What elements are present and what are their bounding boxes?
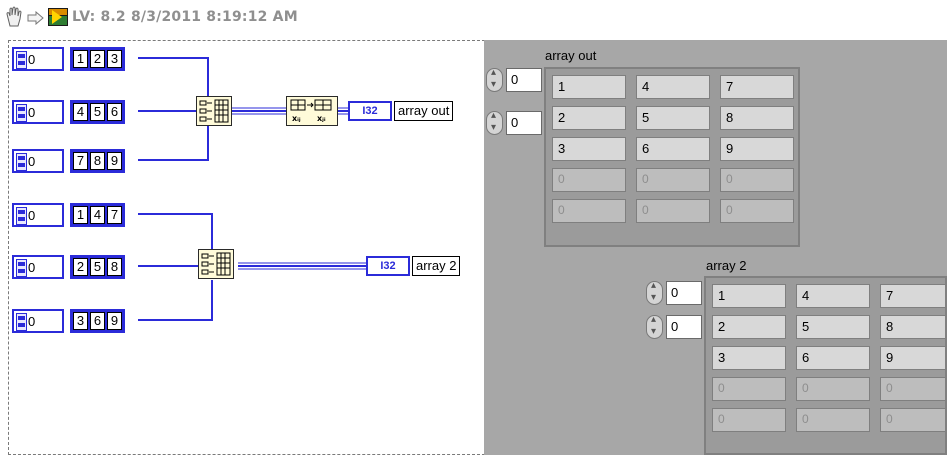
array-element[interactable]: 3	[73, 312, 88, 330]
array-element[interactable]: 4	[73, 103, 88, 121]
array-elements[interactable]: 1 4 7	[70, 203, 125, 227]
array-index[interactable]: 0	[12, 47, 64, 71]
array-cell: 0	[796, 377, 870, 401]
array-index[interactable]: 0	[12, 100, 64, 124]
array-element[interactable]: 5	[90, 258, 105, 276]
array-element[interactable]: 9	[107, 312, 122, 330]
increment-decrement-icon[interactable]	[486, 110, 503, 135]
array-index[interactable]: 0	[12, 309, 64, 333]
array-cell: 0	[552, 168, 626, 192]
array-cell: 0	[796, 408, 870, 432]
array-element[interactable]: 8	[107, 258, 122, 276]
array-element[interactable]: 4	[90, 206, 105, 224]
array-element[interactable]: 6	[90, 312, 105, 330]
array-2-label: array 2	[706, 258, 747, 273]
array-2-indicator[interactable]: I32 array 2	[366, 256, 461, 276]
array-cell: 0	[552, 199, 626, 223]
array-index[interactable]: 0	[12, 203, 64, 227]
build-array-node-2[interactable]	[198, 249, 234, 279]
array-elements[interactable]: 7 8 9	[70, 149, 125, 173]
indicator-label: array 2	[412, 256, 461, 276]
array-2-grid: 147258369000000	[712, 284, 945, 432]
array-element[interactable]: 2	[90, 50, 105, 68]
array-element[interactable]: 1	[73, 206, 88, 224]
array-element[interactable]: 5	[90, 103, 105, 121]
build-array-node-1[interactable]	[196, 96, 232, 126]
array-index[interactable]: 0	[12, 149, 64, 173]
array-element[interactable]: 9	[107, 152, 122, 170]
array-2-row-index[interactable]: 0	[646, 280, 704, 305]
array-element[interactable]: 8	[90, 152, 105, 170]
array-cell: 5	[636, 106, 710, 130]
i32-type-tag: I32	[366, 256, 410, 276]
array-elements[interactable]: 2 5 8	[70, 255, 125, 279]
build-array-icon	[201, 252, 231, 276]
array-cell: 2	[552, 106, 626, 130]
array-out-indicator[interactable]: I32 array out	[348, 101, 454, 121]
array-element[interactable]: 2	[73, 258, 88, 276]
array-cell: 2	[712, 315, 786, 339]
array-out-row-index[interactable]: 0	[486, 67, 544, 92]
array-cell: 4	[796, 284, 870, 308]
increment-decrement-icon[interactable]	[646, 314, 663, 339]
array-cell: 1	[552, 75, 626, 99]
array-element[interactable]: 6	[107, 103, 122, 121]
array-cell: 3	[552, 137, 626, 161]
array-out-display: 147258369000000	[544, 67, 800, 247]
array-cell: 7	[880, 284, 945, 308]
increment-decrement-icon[interactable]	[486, 67, 503, 92]
array-element[interactable]: 3	[107, 50, 122, 68]
array-cell: 9	[720, 137, 794, 161]
array-cell: 7	[720, 75, 794, 99]
array-cell: 0	[880, 408, 945, 432]
array-elements[interactable]: 4 5 6	[70, 100, 125, 124]
array-element[interactable]: 7	[107, 206, 122, 224]
array-cell: 0	[720, 168, 794, 192]
array-cell: 0	[712, 377, 786, 401]
array-out-label: array out	[545, 48, 597, 63]
array-element[interactable]: 1	[73, 50, 88, 68]
array-cell: 3	[712, 346, 786, 370]
array-cell: 8	[720, 106, 794, 130]
array-elements[interactable]: 1 2 3	[70, 47, 125, 71]
svg-text:xᵢⱼ: xᵢⱼ	[292, 114, 301, 123]
array-index[interactable]: 0	[12, 255, 64, 279]
transpose-array-node[interactable]: xᵢⱼ xⱼᵢ	[286, 96, 338, 126]
array-cell: 5	[796, 315, 870, 339]
array-out-col-index[interactable]: 0	[486, 110, 544, 135]
array-out-grid: 147258369000000	[552, 75, 794, 223]
build-array-icon	[199, 99, 229, 123]
indicator-label: array out	[394, 101, 454, 121]
array-cell: 0	[636, 168, 710, 192]
array-element[interactable]: 7	[73, 152, 88, 170]
array-2-col-index[interactable]: 0	[646, 314, 704, 339]
increment-decrement-icon[interactable]	[646, 280, 663, 305]
svg-text:xⱼᵢ: xⱼᵢ	[317, 114, 326, 123]
array-cell: 1	[712, 284, 786, 308]
array-cell: 9	[880, 346, 945, 370]
array-cell: 4	[636, 75, 710, 99]
array-cell: 0	[712, 408, 786, 432]
array-cell: 6	[796, 346, 870, 370]
array-cell: 0	[880, 377, 945, 401]
array-2-display: 147258369000000	[704, 276, 947, 455]
array-cell: 6	[636, 137, 710, 161]
i32-type-tag: I32	[348, 101, 392, 121]
array-elements[interactable]: 3 6 9	[70, 309, 125, 333]
array-cell: 0	[636, 199, 710, 223]
transpose-icon: xᵢⱼ xⱼᵢ	[290, 99, 332, 123]
array-cell: 8	[880, 315, 945, 339]
array-cell: 0	[720, 199, 794, 223]
